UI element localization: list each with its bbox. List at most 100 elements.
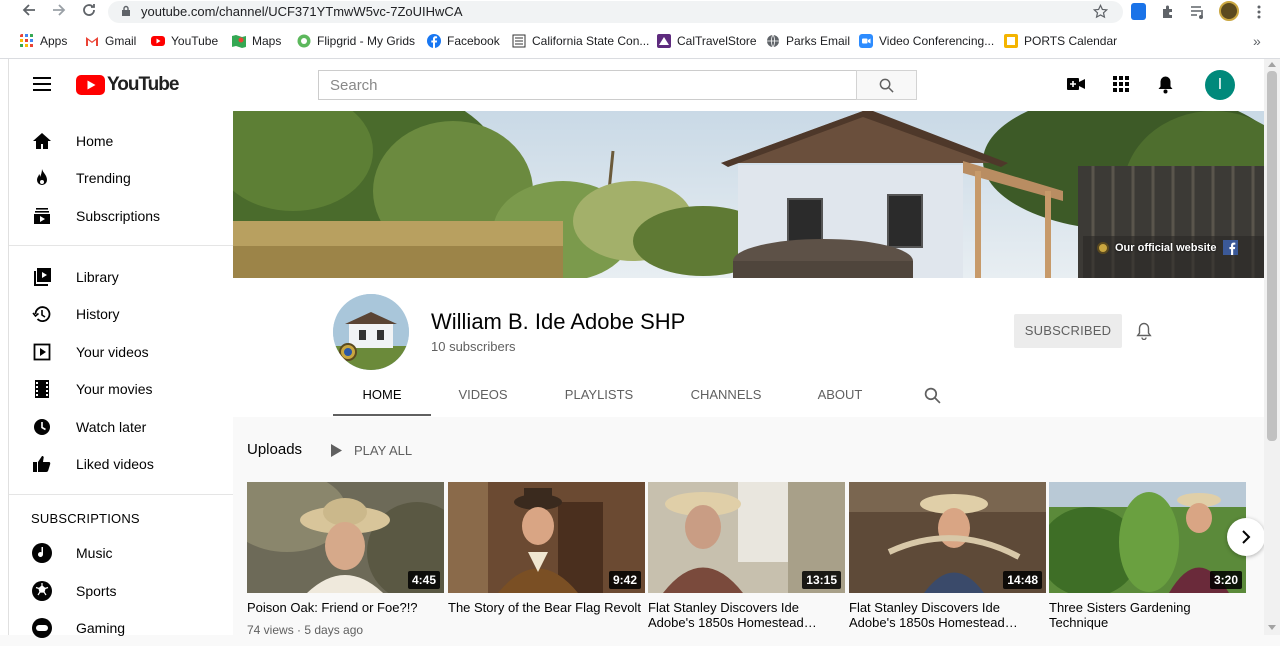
globe-icon — [767, 34, 779, 48]
sidebar-label: Home — [76, 132, 114, 149]
sidebar-item-sports[interactable]: Sports — [9, 572, 233, 609]
sidebar-label: Your videos — [76, 343, 149, 360]
tab-channels[interactable]: CHANNELS — [679, 376, 773, 416]
create-video-icon[interactable] — [1067, 77, 1085, 91]
play-all-button[interactable]: PLAY ALL — [331, 441, 412, 459]
back-arrow-icon[interactable] — [18, 2, 40, 24]
caltravel-icon — [657, 34, 671, 48]
scroll-up-arrow-icon[interactable] — [1268, 61, 1276, 67]
channel-avatar[interactable] — [333, 294, 409, 370]
forward-arrow-icon[interactable] — [48, 2, 70, 24]
video-thumbnail[interactable]: 9:42 — [448, 482, 645, 593]
video-title[interactable]: The Story of the Bear Flag Revolt — [448, 600, 643, 630]
notifications-bell-icon[interactable] — [1157, 75, 1174, 94]
website-seal-icon — [1097, 242, 1109, 254]
sidebar-item-liked-videos[interactable]: Liked videos — [9, 445, 233, 482]
extension-blue-icon[interactable] — [1131, 3, 1146, 20]
sidebar-label: Sports — [76, 582, 117, 599]
clock-icon — [34, 418, 50, 435]
bookmark-label: California State Con... — [532, 34, 650, 48]
sidebar-item-music[interactable]: Music — [9, 534, 233, 571]
play-all-label: PLAY ALL — [354, 442, 413, 458]
sidebar-item-trending[interactable]: Trending — [9, 159, 233, 196]
video-duration: 13:15 — [802, 571, 841, 589]
media-queue-icon[interactable] — [1190, 4, 1206, 20]
sidebar-item-your-videos[interactable]: Your videos — [9, 333, 233, 370]
sidebar-item-history[interactable]: History — [9, 295, 233, 332]
shelf-next-button[interactable] — [1227, 518, 1265, 556]
hamburger-menu-icon[interactable] — [33, 77, 51, 91]
scrollbar-thumb[interactable] — [1267, 71, 1277, 441]
sports-icon — [32, 580, 52, 601]
bookmark-california-state[interactable]: California State Con... — [512, 31, 649, 51]
sidebar-item-watch-later[interactable]: Watch later — [9, 408, 233, 445]
scroll-down-arrow-icon[interactable] — [1268, 625, 1276, 631]
uploads-heading[interactable]: Uploads — [247, 441, 302, 458]
video-duration: 9:42 — [608, 571, 641, 589]
video-thumbnail[interactable]: 13:15 — [648, 482, 845, 593]
bookmark-parks-email[interactable]: Parks Email — [766, 31, 850, 51]
bookmark-ports-calendar[interactable]: PORTS Calendar — [1004, 31, 1117, 51]
bookmark-label: PORTS Calendar — [1024, 34, 1118, 48]
sidebar-divider — [9, 494, 233, 495]
account-avatar[interactable]: I — [1205, 70, 1235, 100]
apps-grid-icon[interactable] — [1113, 76, 1129, 92]
avatar-letter: I — [1217, 76, 1223, 93]
gmail-icon — [86, 37, 98, 46]
tab-playlists[interactable]: PLAYLISTS — [553, 376, 645, 416]
browser-menu-icon[interactable] — [1253, 4, 1265, 20]
video-thumbnail[interactable]: 14:48 — [849, 482, 1046, 593]
banner-website-link[interactable]: Our official website — [1097, 240, 1216, 256]
bookmark-label: Video Conferencing... — [879, 34, 995, 48]
youtube-logo[interactable]: YouTube — [76, 74, 179, 95]
video-thumbnail[interactable]: 4:45 — [247, 482, 444, 593]
lock-icon — [122, 5, 130, 16]
tab-about[interactable]: ABOUT — [807, 376, 873, 416]
page-scrollbar[interactable] — [1264, 59, 1280, 635]
bookmark-star-icon[interactable] — [1093, 4, 1108, 19]
maps-icon — [232, 35, 246, 48]
search-button[interactable] — [856, 70, 917, 100]
sidebar-item-your-movies[interactable]: Your movies — [9, 370, 233, 407]
notification-bell-icon[interactable] — [1136, 322, 1152, 340]
building-icon — [512, 34, 526, 48]
bookmark-apps[interactable]: Apps — [20, 31, 67, 51]
tab-home[interactable]: HOME — [333, 376, 431, 416]
channel-search-icon[interactable] — [924, 387, 941, 404]
bookmark-caltravelstore[interactable]: CalTravelStore — [657, 31, 757, 51]
sidebar-label: Music — [76, 544, 113, 561]
banner-link-label: Our official website — [1115, 242, 1217, 254]
library-icon — [34, 267, 51, 286]
facebook-icon — [427, 34, 441, 48]
video-thumbnail[interactable]: 3:20 — [1049, 482, 1246, 593]
bookmark-youtube[interactable]: YouTube — [151, 31, 218, 51]
bookmark-gmail[interactable]: Gmail — [85, 31, 136, 51]
extensions-puzzle-icon[interactable] — [1160, 4, 1176, 20]
tab-videos[interactable]: VIDEOS — [443, 376, 523, 416]
subscriptions-heading: SUBSCRIPTIONS — [31, 511, 140, 526]
video-conf-icon — [859, 34, 873, 48]
search-input[interactable]: Search — [318, 70, 857, 100]
bookmark-flipgrid[interactable]: Flipgrid - My Grids — [297, 31, 415, 51]
bookmark-maps[interactable]: Maps — [232, 31, 281, 51]
banner-facebook-icon[interactable] — [1223, 240, 1238, 255]
video-title[interactable]: Flat Stanley Discovers Ide Adobe's 1850s… — [849, 600, 1044, 630]
reload-icon[interactable] — [78, 2, 100, 24]
video-title[interactable]: Three Sisters Gardening Technique — [1049, 600, 1244, 630]
sidebar-item-gaming[interactable]: Gaming — [9, 609, 233, 646]
bookmarks-overflow-chevron[interactable]: » — [1253, 33, 1261, 49]
video-title[interactable]: Flat Stanley Discovers Ide Adobe's 1850s… — [648, 600, 843, 630]
sidebar-divider — [9, 245, 233, 246]
subscriber-count: 10 subscribers — [431, 339, 516, 354]
trending-flame-icon — [37, 168, 47, 185]
sidebar-item-library[interactable]: Library — [9, 258, 233, 295]
sidebar-item-subscriptions[interactable]: Subscriptions — [9, 197, 233, 234]
subscribed-button[interactable]: SUBSCRIBED — [1014, 314, 1122, 348]
profile-seal-icon[interactable] — [1219, 1, 1239, 21]
sidebar-item-home[interactable]: Home — [9, 122, 233, 159]
window-left-edge — [0, 59, 9, 635]
bookmark-facebook[interactable]: Facebook — [427, 31, 500, 51]
bookmark-video-conferencing[interactable]: Video Conferencing... — [859, 31, 994, 51]
music-icon — [32, 542, 52, 563]
bookmark-label: Apps — [40, 34, 68, 48]
